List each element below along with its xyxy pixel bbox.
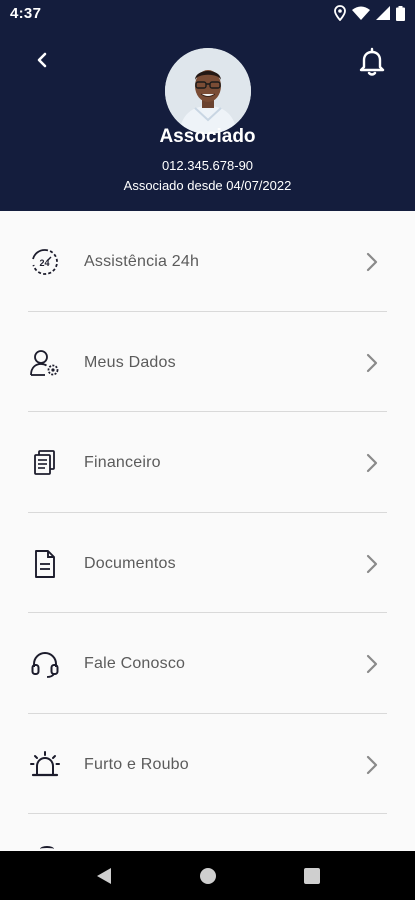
menu-item-furto-e-roubo[interactable]: Furto e Roubo — [0, 714, 415, 814]
bell-icon — [358, 47, 386, 82]
menu-item-meus-dados[interactable]: Meus Dados — [0, 312, 415, 412]
wifi-icon — [352, 6, 370, 25]
menu-item-label: Assistência 24h — [84, 253, 200, 270]
menu-item-label: Financeiro — [84, 454, 161, 471]
chevron-right-icon — [365, 251, 379, 273]
divider — [28, 813, 387, 814]
menu-item-financeiro[interactable]: Financeiro — [0, 412, 415, 513]
member-since: Associado desde 04/07/2022 — [123, 178, 292, 193]
profile-name: Associado — [159, 126, 256, 147]
nav-recents-icon[interactable] — [304, 868, 320, 884]
profile-cpf: 012.345.678-90 — [161, 158, 254, 173]
menu-item-label: Meus Dados — [84, 353, 176, 371]
location-icon — [334, 5, 346, 26]
nav-back-icon[interactable] — [96, 867, 112, 890]
headset-icon — [28, 647, 62, 681]
finance-documents-icon — [28, 446, 62, 480]
menu-item-label: Documentos — [84, 554, 176, 572]
back-button[interactable] — [28, 48, 56, 76]
menu-item-documentos[interactable]: Documentos — [0, 513, 415, 613]
signal-icon — [376, 6, 390, 25]
battery-icon — [396, 5, 405, 26]
user-settings-icon — [28, 346, 62, 380]
chevron-right-icon — [365, 553, 379, 575]
avatar[interactable] — [165, 48, 251, 134]
status-bar: 4:37 — [0, 0, 415, 28]
document-icon — [28, 547, 62, 581]
profile-header: Associado 012.345.678-90 Associado desde… — [0, 28, 415, 211]
status-time: 4:37 — [10, 5, 42, 22]
menu-item-label: Fale Conosco — [84, 655, 186, 672]
menu-item-assistencia-24h[interactable]: 24 Assistência 24h — [0, 211, 415, 312]
chevron-left-icon — [36, 51, 48, 74]
nav-home-icon[interactable] — [200, 868, 216, 884]
notifications-button[interactable] — [357, 47, 387, 82]
menu-item-fale-conosco[interactable]: Fale Conosco — [0, 613, 415, 714]
chevron-right-icon — [365, 653, 379, 675]
menu-list: 24 Assistência 24h Meus Dados Financeiro — [0, 211, 415, 814]
alarm-siren-icon — [28, 748, 62, 782]
system-navigation-bar — [0, 851, 415, 900]
status-icons — [334, 5, 405, 26]
chevron-right-icon — [365, 452, 379, 474]
menu-item-label: Furto e Roubo — [84, 755, 189, 773]
assistance-24h-icon: 24 — [28, 245, 62, 279]
chevron-right-icon — [365, 352, 379, 374]
chevron-right-icon — [365, 754, 379, 776]
